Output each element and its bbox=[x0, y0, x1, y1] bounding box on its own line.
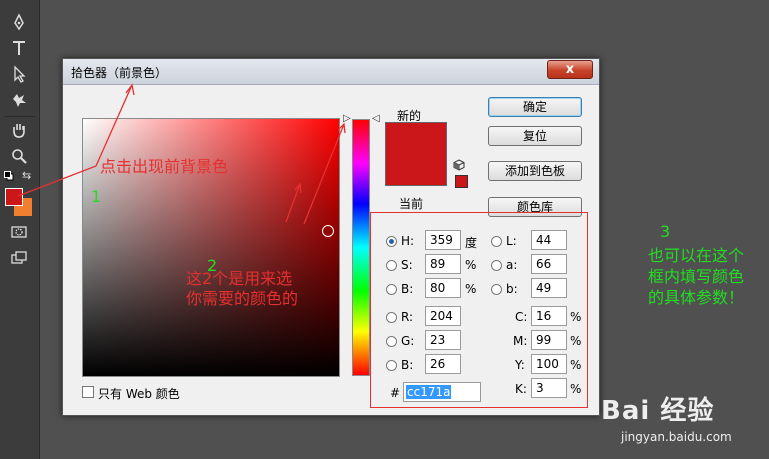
hue-slider[interactable] bbox=[352, 119, 370, 376]
zoom-tool-icon[interactable] bbox=[8, 146, 30, 166]
annotation-step1-text: 点击出现前背景色 bbox=[100, 157, 229, 176]
web-colors-only-label: 只有 Web 颜色 bbox=[98, 387, 180, 401]
custom-shape-tool-icon[interactable] bbox=[8, 90, 30, 110]
quick-mask-icon[interactable] bbox=[8, 222, 30, 242]
swap-colors-icon[interactable]: ⇆ bbox=[22, 169, 31, 182]
annotation-step2-line1: 这2个是用来选 bbox=[186, 269, 293, 288]
dialog-titlebar[interactable]: 拾色器（前景色） x bbox=[63, 59, 599, 85]
close-button[interactable]: x bbox=[547, 60, 593, 79]
tools-panel: ⇆ bbox=[0, 0, 40, 459]
annotation-step3-line2: 框内填写颜色 bbox=[648, 267, 745, 286]
out-of-web-gamut-cube-icon[interactable] bbox=[453, 159, 465, 174]
hue-slider-left-arrow-icon[interactable]: ▷ bbox=[343, 113, 351, 124]
color-field-picker-circle[interactable] bbox=[322, 225, 334, 237]
new-color-swatch bbox=[385, 122, 447, 186]
hue-slider-right-arrow-icon[interactable]: ◁ bbox=[372, 113, 380, 124]
current-color-label: 当前 bbox=[399, 197, 424, 211]
type-tool-icon[interactable] bbox=[8, 38, 30, 58]
screen-mode-icon[interactable] bbox=[8, 248, 30, 268]
watermark-logo: Bai 经验 bbox=[601, 396, 715, 426]
toolbar-divider bbox=[4, 116, 36, 117]
hand-tool-icon[interactable] bbox=[8, 120, 30, 140]
watermark-url: jingyan.baidu.com bbox=[621, 430, 732, 444]
baidu-jingyan-watermark: Bai 经验 jingyan.baidu.com bbox=[585, 372, 769, 459]
dialog-title: 拾色器（前景色） bbox=[71, 66, 168, 80]
default-colors-icon[interactable] bbox=[4, 170, 14, 181]
annotation-step3-line1: 也可以在这个 bbox=[648, 246, 745, 265]
annotation-step3-line3: 的具体参数！ bbox=[648, 288, 745, 307]
add-to-swatches-button[interactable]: 添加到色板 bbox=[488, 161, 582, 181]
ok-button[interactable]: 确定 bbox=[488, 97, 582, 117]
path-selection-tool-icon[interactable] bbox=[8, 64, 30, 84]
annotation-box-values bbox=[370, 212, 588, 408]
reset-button[interactable]: 复位 bbox=[488, 126, 582, 146]
web-colors-only-checkbox[interactable] bbox=[82, 386, 94, 398]
pen-tool-icon[interactable] bbox=[8, 12, 30, 32]
web-safe-color-swatch[interactable] bbox=[455, 175, 468, 188]
annotation-step1-number: 1 bbox=[91, 187, 102, 206]
annotation-step2-line2: 你需要的颜色的 bbox=[186, 289, 299, 308]
annotation-step3-number: 3 bbox=[660, 222, 671, 241]
foreground-color-swatch[interactable] bbox=[5, 188, 23, 206]
